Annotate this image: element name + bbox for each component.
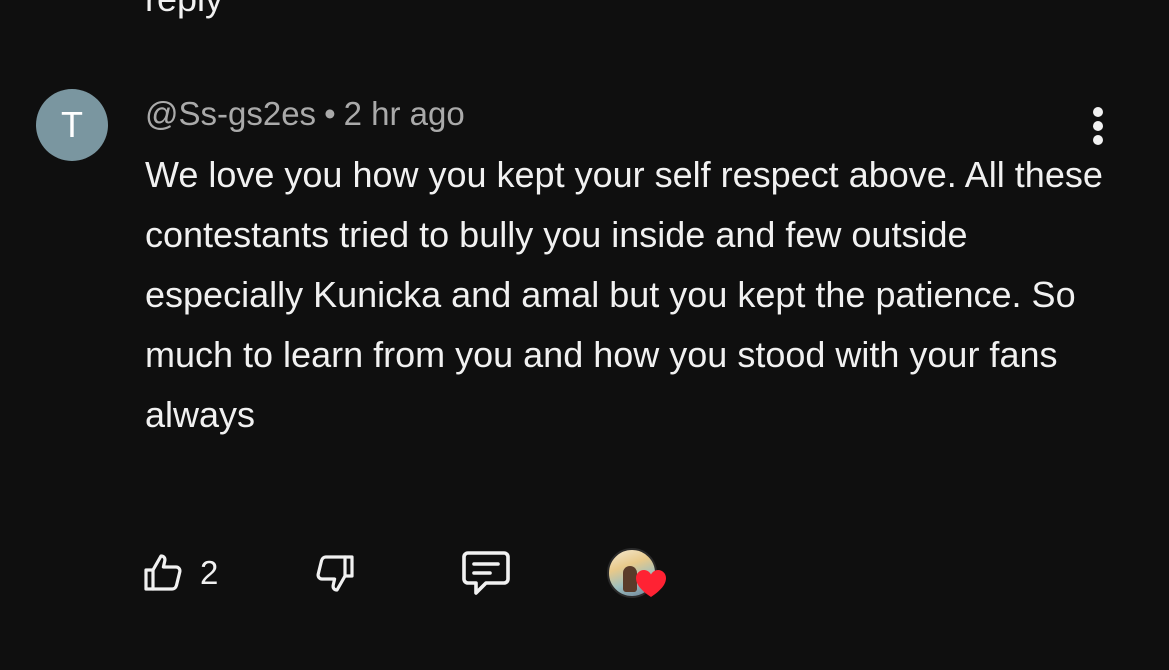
more-vertical-icon [1093,107,1103,145]
thumb-down-icon [316,555,354,592]
thumb-up-icon [144,554,182,591]
author-handle[interactable]: @Ss-gs2es [145,95,316,132]
avatar[interactable]: T [36,89,108,161]
comment-reply-icon [462,551,510,595]
comment-meta: @Ss-gs2es • 2 hr ago [145,94,465,134]
reply-button[interactable] [458,545,514,601]
dislike-button[interactable] [310,545,358,601]
like-button[interactable]: 2 [140,545,218,601]
comment-body: We love you how you kept your self respe… [145,154,1103,435]
comment-timestamp[interactable]: 2 hr ago [344,95,465,132]
previous-comment-text: reply [145,0,223,20]
meta-separator: • [324,95,336,132]
heart-icon [636,570,666,597]
creator-heart-badge [607,545,671,601]
avatar-initial: T [61,104,83,145]
like-count: 2 [200,554,219,591]
